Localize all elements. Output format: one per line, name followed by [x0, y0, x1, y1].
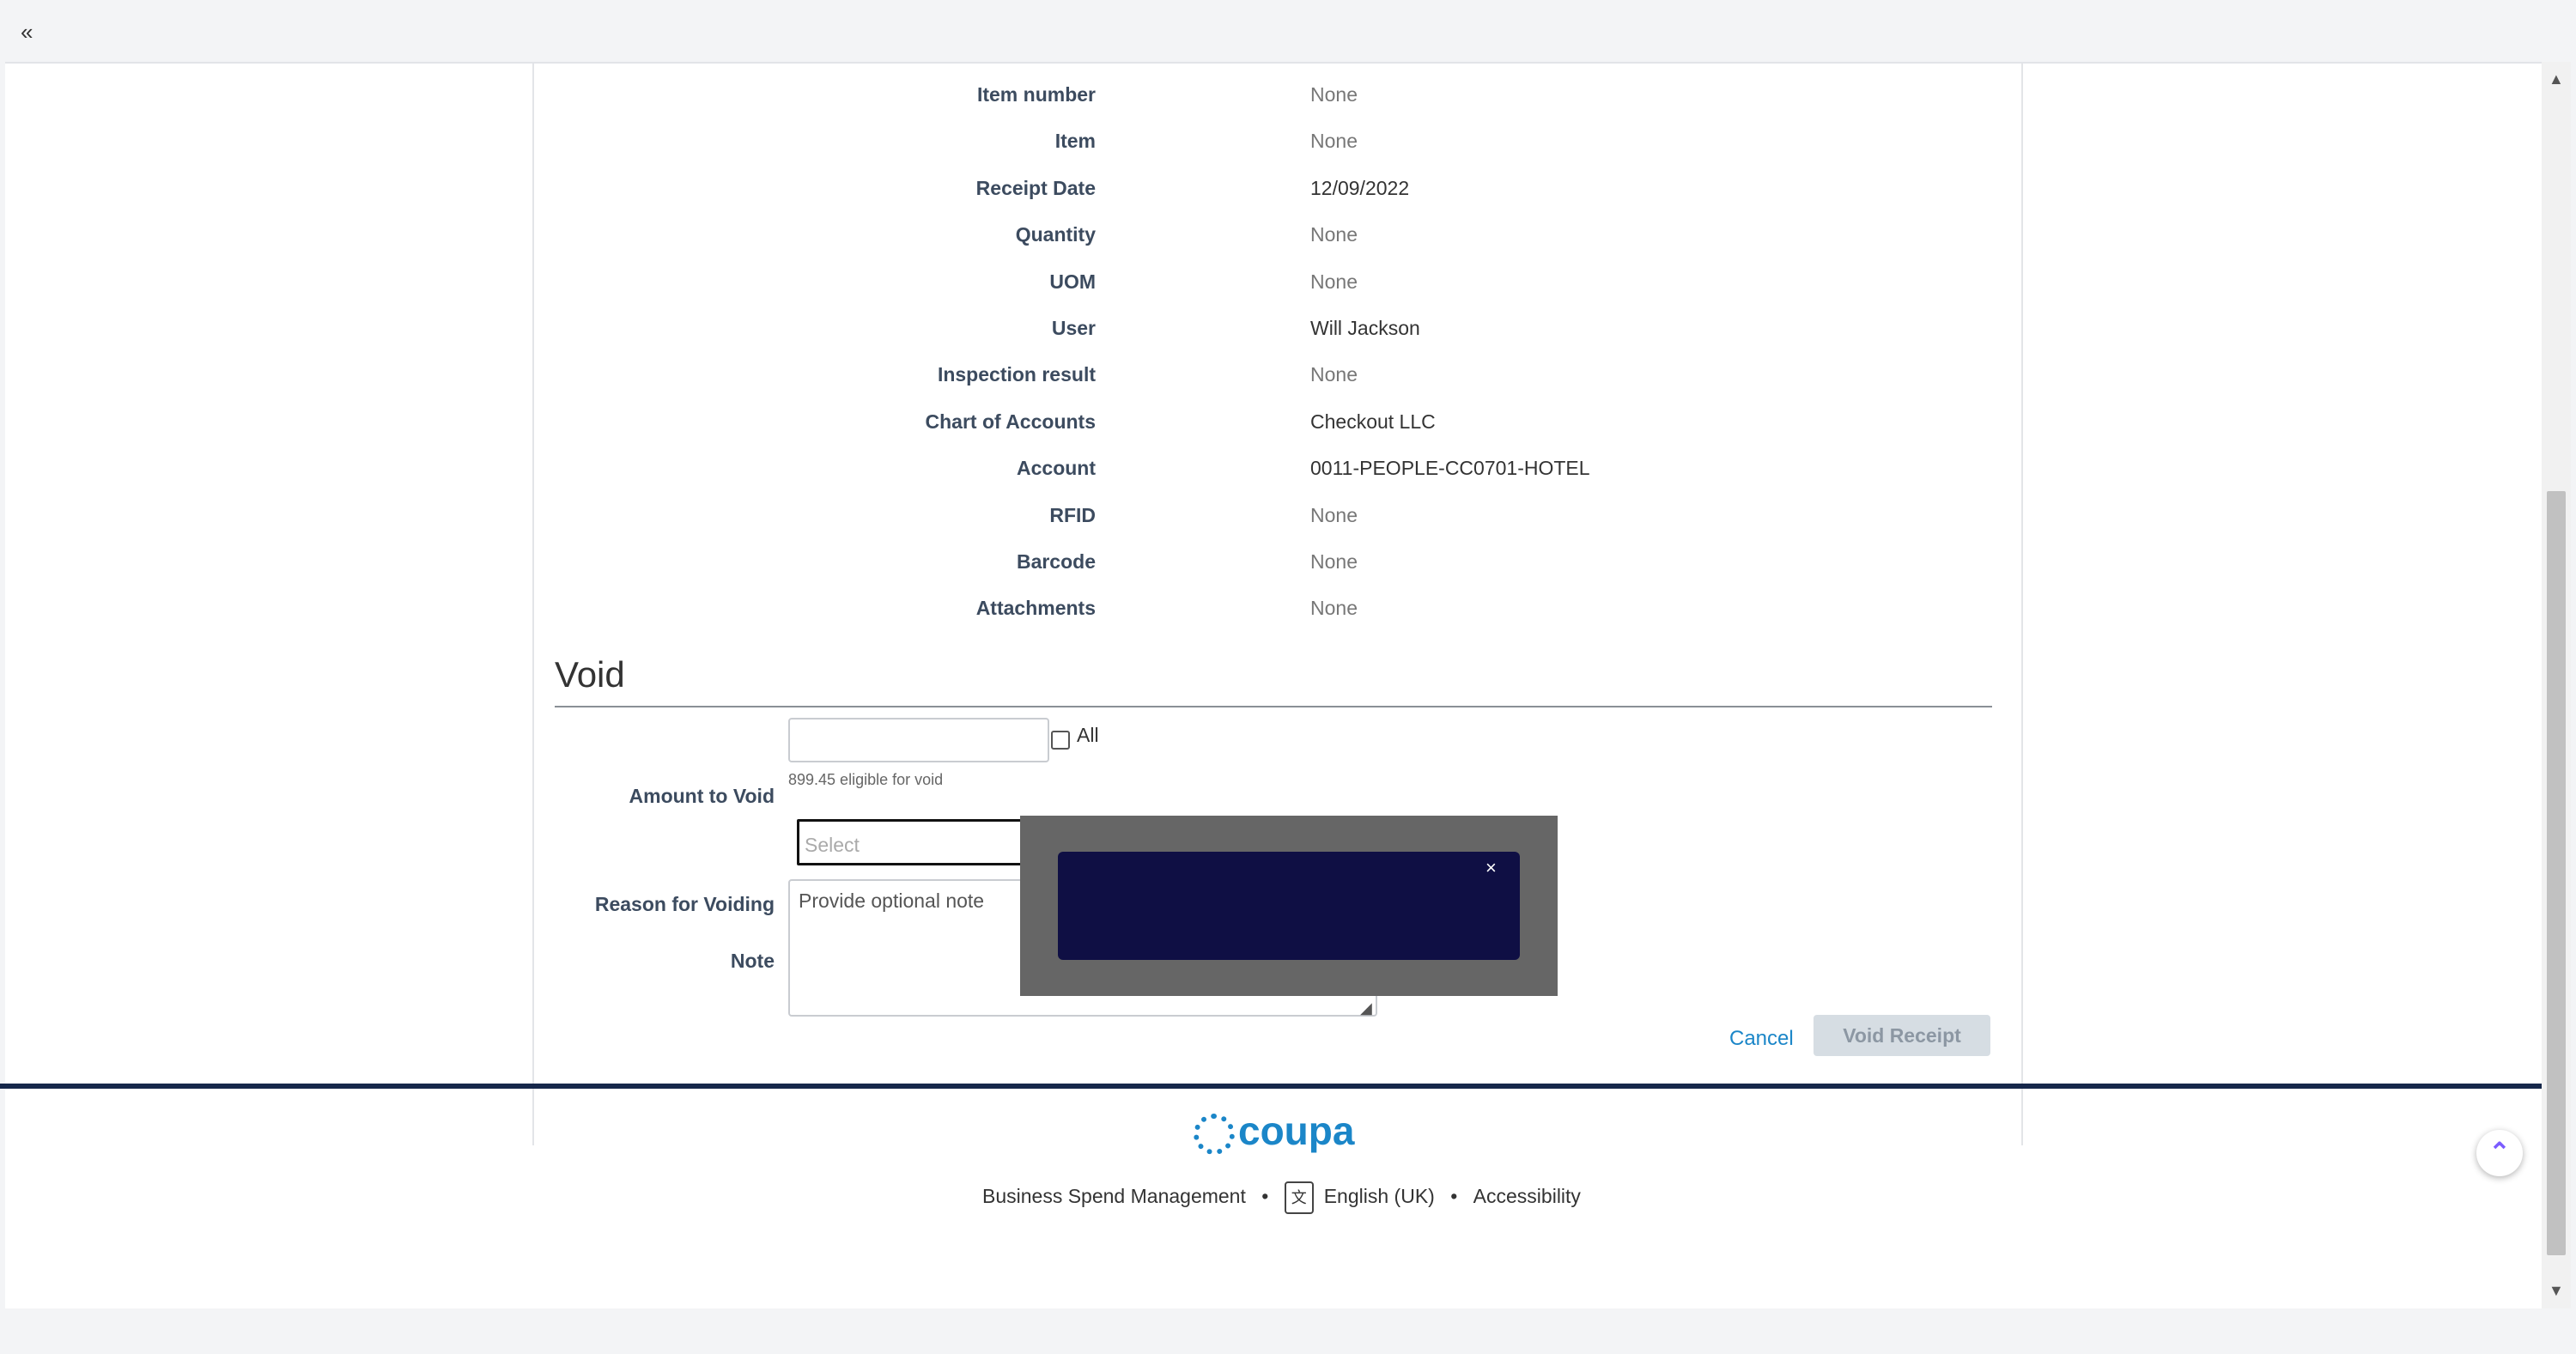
detail-value: Will Jackson	[1310, 317, 1420, 339]
cancel-link[interactable]: Cancel	[1729, 1027, 1794, 1051]
all-checkbox[interactable]	[1051, 731, 1070, 750]
detail-row: Barcode None	[534, 543, 1994, 580]
detail-label: Inspection result	[937, 363, 1096, 386]
language-icon[interactable]: 文	[1284, 1181, 1314, 1214]
void-divider	[555, 706, 1992, 707]
footer-links: Business Spend Management • 文 English (UK…	[977, 1181, 1586, 1214]
detail-value: None	[1310, 550, 1358, 573]
note-label: Note	[730, 950, 775, 972]
reason-for-voiding-label: Reason for Voiding	[594, 893, 775, 915]
top-bar: «	[0, 0, 2576, 62]
footer-separator: •	[1450, 1185, 1458, 1208]
detail-label: Chart of Accounts	[925, 410, 1097, 433]
close-icon[interactable]: ×	[1485, 857, 1497, 879]
detail-value: None	[1310, 130, 1358, 153]
footer-tagline: Business Spend Management	[982, 1185, 1246, 1208]
detail-row: User Will Jackson	[534, 309, 1994, 347]
detail-row: Quantity None	[534, 216, 1994, 253]
detail-value: None	[1310, 223, 1358, 246]
detail-value: 12/09/2022	[1310, 176, 1410, 199]
detail-label: Quantity	[1015, 223, 1096, 246]
detail-value: None	[1310, 363, 1358, 386]
void-receipt-button[interactable]: Void Receipt	[1814, 1015, 1990, 1056]
collapse-icon[interactable]: «	[21, 19, 33, 46]
detail-label: Account	[1017, 457, 1096, 480]
scroll-thumb[interactable]	[2547, 491, 2566, 1255]
bottom-band	[0, 1308, 2576, 1354]
detail-label: Attachments	[975, 597, 1096, 620]
footer-separator: •	[1261, 1185, 1269, 1208]
coupa-logo-icon	[1194, 1113, 1235, 1155]
coupa-logo-text: coupa	[1238, 1108, 1355, 1153]
detail-row: Item None	[534, 122, 1994, 160]
vertical-scrollbar[interactable]: ▲ ▼	[2542, 62, 2571, 1308]
detail-value: None	[1310, 83, 1358, 106]
scroll-up-arrow-icon[interactable]: ▲	[2549, 70, 2564, 88]
coupa-logo: coupa	[1194, 1108, 1354, 1155]
language-selector[interactable]: English (UK)	[1324, 1185, 1435, 1207]
detail-value: None	[1310, 503, 1358, 526]
detail-row: Receipt Date 12/09/2022	[534, 169, 1994, 207]
detail-label: Barcode	[1016, 550, 1096, 573]
toast-notification	[1058, 852, 1520, 960]
detail-value: None	[1310, 597, 1358, 620]
detail-label: User	[1051, 317, 1096, 339]
reason-for-voiding-select[interactable]: Select	[797, 819, 1042, 865]
detail-row: Item number None	[534, 76, 1994, 113]
void-section-title: Void	[555, 654, 625, 695]
detail-row: UOM None	[534, 263, 1994, 301]
detail-row: RFID None	[534, 496, 1994, 534]
detail-label: RFID	[1049, 503, 1096, 526]
detail-label: Item number	[976, 83, 1096, 106]
detail-row: Inspection result None	[534, 355, 1994, 393]
all-checkbox-label: All	[1077, 724, 1099, 746]
detail-row: Chart of Accounts Checkout LLC	[534, 403, 1994, 440]
scroll-down-arrow-icon[interactable]: ▼	[2549, 1282, 2564, 1300]
detail-label: Item	[1054, 130, 1096, 153]
resize-handle-icon[interactable]: ◢	[1360, 999, 1372, 1017]
accessibility-link[interactable]: Accessibility	[1473, 1185, 1581, 1207]
detail-row: Attachments None	[534, 589, 1994, 627]
detail-row: Account 0011-PEOPLE-CC0701-HOTEL	[534, 449, 1994, 487]
clickup-icon[interactable]: ⌃	[2476, 1130, 2523, 1176]
detail-value: Checkout LLC	[1310, 410, 1436, 433]
detail-label: Receipt Date	[975, 176, 1096, 199]
amount-to-void-label: Amount to Void	[629, 785, 775, 807]
detail-label: UOM	[1049, 270, 1096, 293]
footer-divider	[0, 1084, 2542, 1089]
detail-value: 0011-PEOPLE-CC0701-HOTEL	[1310, 457, 1590, 480]
amount-to-void-input[interactable]	[788, 718, 1049, 762]
detail-value: None	[1310, 270, 1358, 293]
eligible-amount-text: 899.45 eligible for void	[788, 771, 944, 788]
